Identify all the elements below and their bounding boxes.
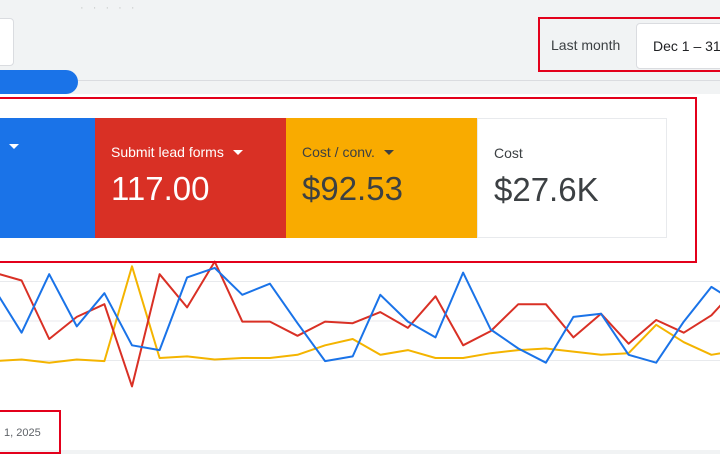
dropdown-caret-icon[interactable] xyxy=(9,144,19,149)
metric-value: 117.00 xyxy=(111,170,210,207)
red-series-line xyxy=(0,260,720,388)
collapse-button[interactable] xyxy=(0,18,14,66)
metric-card-submit-lead-forms[interactable]: Submit lead forms 117.00 xyxy=(95,118,286,238)
date-range-picker[interactable]: Dec 1 – 31 xyxy=(636,23,720,69)
faint-header-text: · · · · · xyxy=(80,2,138,14)
performance-line-chart xyxy=(0,260,720,388)
metric-value: $27.6K xyxy=(494,171,599,208)
metric-value: $92.53 xyxy=(302,170,403,207)
date-preset-label: Last month xyxy=(551,37,621,53)
header-divider xyxy=(0,80,720,81)
dropdown-caret-icon[interactable] xyxy=(232,149,243,155)
active-tab-indicator[interactable] xyxy=(0,70,78,94)
metric-label: Submit lead forms xyxy=(111,144,224,160)
x-axis-date-label: 1, 2025 xyxy=(4,427,41,439)
metric-card-clicks[interactable] xyxy=(0,118,95,238)
metric-card-cost[interactable]: Cost $27.6K xyxy=(477,118,667,238)
metric-label: Cost xyxy=(494,145,523,161)
metric-label: Cost / conv. xyxy=(302,144,375,160)
metric-card-cost-per-conv[interactable]: Cost / conv. $92.53 xyxy=(286,118,477,238)
dropdown-caret-icon[interactable] xyxy=(383,149,394,155)
